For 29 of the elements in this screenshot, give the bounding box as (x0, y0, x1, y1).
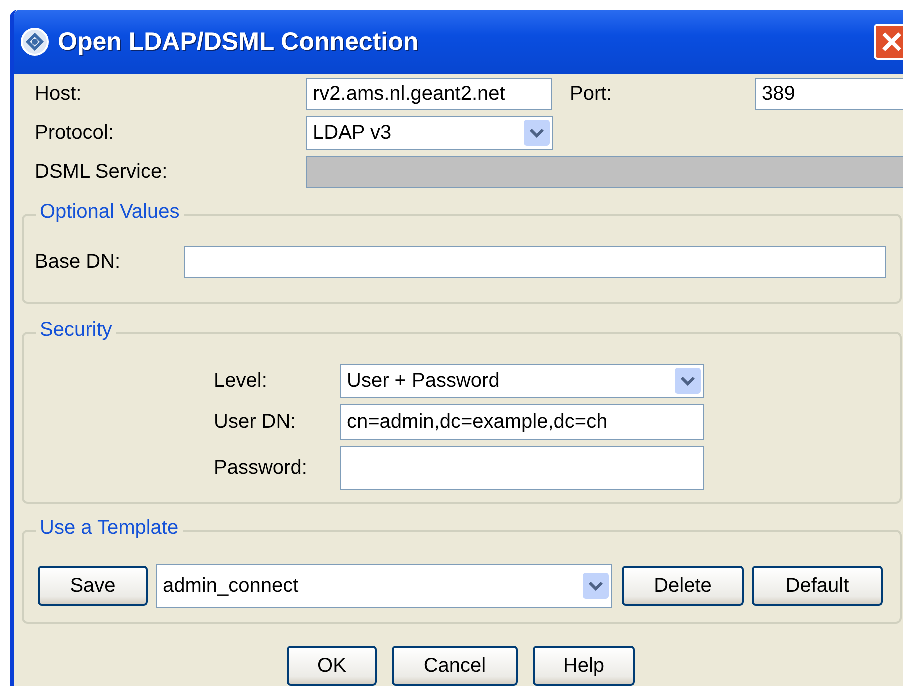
delete-button[interactable]: Delete (622, 566, 744, 606)
field-label: DSML Service: (35, 160, 169, 184)
dropdown[interactable]: admin_connect (156, 564, 612, 608)
password-field[interactable] (340, 446, 704, 490)
dropdown[interactable]: User + Password (340, 364, 704, 398)
input-field[interactable]: rv2.ams.nl.geant2.net (306, 78, 552, 110)
dialog-button[interactable]: OK (287, 646, 377, 686)
close-button[interactable] (874, 24, 903, 60)
field-label: Level: (214, 370, 268, 392)
dropdown[interactable]: LDAP v3 (306, 116, 553, 150)
app-logo-icon (20, 27, 50, 57)
save-button[interactable]: Save (38, 566, 148, 606)
window-title: Open LDAP/DSML Connection (58, 28, 420, 56)
dialog-button[interactable]: Help (533, 646, 635, 686)
input-field[interactable]: cn=admin,dc=example,dc=ch (340, 404, 704, 440)
close-icon (881, 31, 903, 53)
input-field[interactable]: 389 (755, 78, 903, 110)
field-label: Base DN: (35, 250, 122, 274)
default-button[interactable]: Default (752, 566, 883, 606)
dialog-button[interactable]: Cancel (392, 646, 518, 686)
field-label: Protocol: (35, 122, 115, 144)
group-title: Security (36, 319, 116, 342)
group-title: Optional Values (36, 201, 184, 224)
input-field[interactable] (184, 246, 886, 278)
field-label: Password: (214, 456, 308, 480)
group-title: Use a Template (36, 517, 183, 540)
field-label: User DN: (214, 410, 298, 434)
field-label: Port: (570, 82, 614, 106)
field-label: Host: (35, 82, 83, 106)
